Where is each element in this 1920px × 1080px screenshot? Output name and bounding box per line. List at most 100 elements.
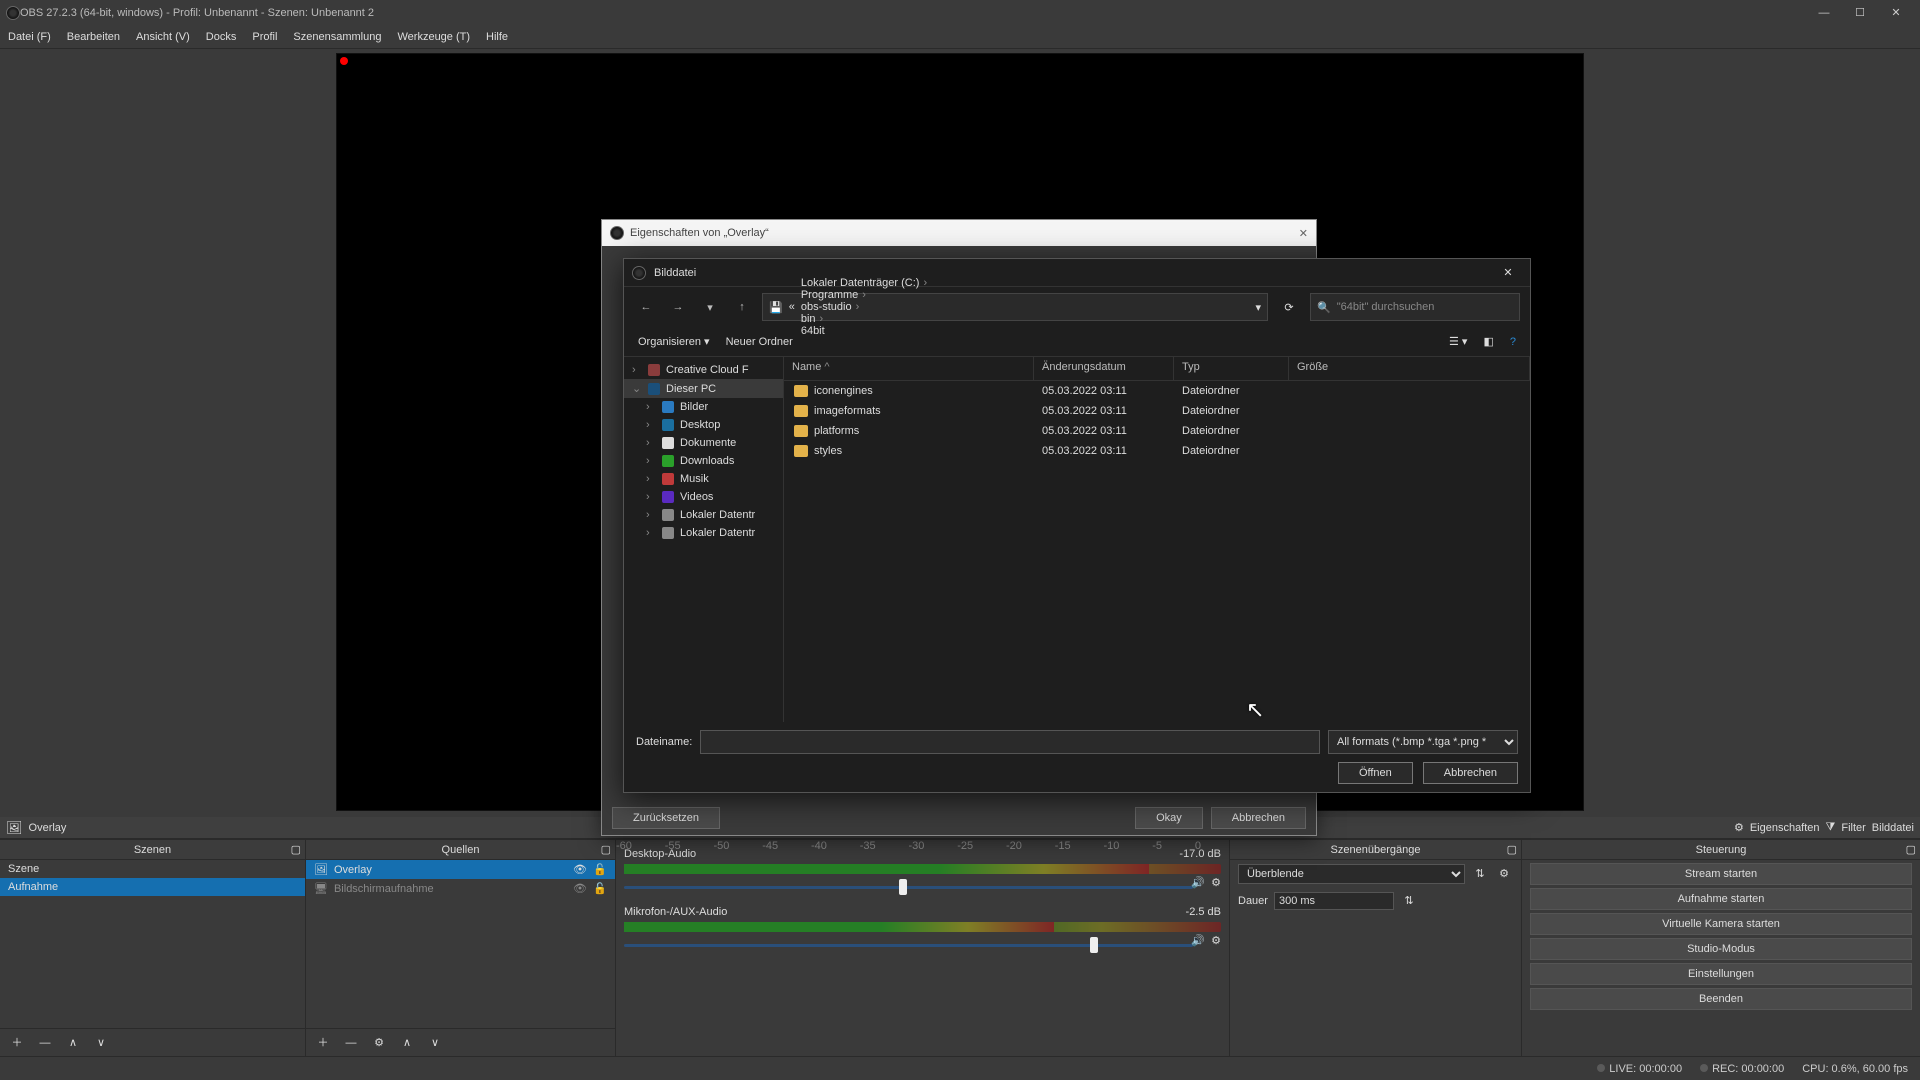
breadcrumb-segment[interactable]: Programme [801, 289, 858, 301]
menu-edit[interactable]: Bearbeiten [67, 31, 120, 43]
sidebar-item-creativecloud[interactable]: ›Creative Cloud F [624, 361, 783, 379]
col-size[interactable]: Größe [1289, 357, 1530, 380]
sidebar-item-downloads[interactable]: ›Downloads [624, 452, 783, 470]
start-vcam-button[interactable]: Virtuelle Kamera starten [1530, 913, 1912, 935]
search-input[interactable]: 🔍 "64bit" durchsuchen [1310, 293, 1520, 321]
remove-source-button[interactable]: — [342, 1034, 360, 1052]
view-mode-button[interactable]: ☰ ▾ [1449, 335, 1467, 348]
source-up-button[interactable]: ∧ [398, 1034, 416, 1052]
transition-stepper[interactable]: ⇅ [1471, 865, 1489, 883]
list-item[interactable]: platforms05.03.2022 03:11Dateiordner [784, 421, 1530, 441]
add-source-button[interactable]: ＋ [314, 1034, 332, 1052]
minimize-button[interactable]: — [1806, 2, 1842, 24]
start-stream-button[interactable]: Stream starten [1530, 863, 1912, 885]
remove-scene-button[interactable]: — [36, 1034, 54, 1052]
settings-button[interactable]: Einstellungen [1530, 963, 1912, 985]
refresh-button[interactable]: ⟳ [1276, 294, 1302, 320]
reset-button[interactable]: Zurücksetzen [612, 807, 720, 829]
cancel-button[interactable]: Abbrechen [1211, 807, 1306, 829]
maximize-button[interactable]: ☐ [1842, 2, 1878, 24]
visibility-toggle[interactable]: 👁 [573, 863, 587, 876]
filter-button[interactable]: Filter [1841, 822, 1865, 834]
open-button[interactable]: Öffnen [1338, 762, 1413, 784]
mute-button[interactable]: 🔊 [1191, 934, 1205, 947]
exit-button[interactable]: Beenden [1530, 988, 1912, 1010]
organize-dropdown[interactable]: Organisieren ▾ [638, 335, 710, 348]
volume-slider[interactable]: 🔊 ⚙ [624, 934, 1221, 956]
undock-icon[interactable]: ▢ [1507, 843, 1517, 856]
col-type[interactable]: Typ [1174, 357, 1289, 380]
mute-button[interactable]: 🔊 [1191, 876, 1205, 889]
file-dialog-titlebar[interactable]: Bilddatei ✕ [624, 259, 1530, 287]
back-button[interactable]: ← [634, 295, 658, 319]
col-date[interactable]: Änderungsdatum [1034, 357, 1174, 380]
scene-down-button[interactable]: ∨ [92, 1034, 110, 1052]
selection-handle[interactable] [340, 57, 348, 65]
forward-button[interactable]: → [666, 295, 690, 319]
source-item[interactable]: 🖥 Bildschirmaufnahme 👁 🔓 [306, 879, 615, 898]
menu-scenecol[interactable]: Szenensammlung [293, 31, 381, 43]
sidebar-item-music[interactable]: ›Musik [624, 470, 783, 488]
add-scene-button[interactable]: ＋ [8, 1034, 26, 1052]
menu-docks[interactable]: Docks [206, 31, 237, 43]
sidebar-item-pictures[interactable]: ›Bilder [624, 398, 783, 416]
visibility-toggle[interactable]: 👁 [573, 882, 587, 895]
up-button[interactable]: ↑ [730, 295, 754, 319]
ok-button[interactable]: Okay [1135, 807, 1203, 829]
scene-item[interactable]: Szene [0, 860, 305, 878]
list-item[interactable]: styles05.03.2022 03:11Dateiordner [784, 441, 1530, 461]
sidebar-item-desktop[interactable]: ›Desktop [624, 416, 783, 434]
preview-pane-button[interactable]: ◧ [1483, 335, 1493, 348]
breadcrumb-root[interactable]: « [789, 301, 795, 313]
help-icon[interactable]: ? [1510, 336, 1516, 348]
scene-item[interactable]: Aufnahme [0, 878, 305, 896]
list-item[interactable]: iconengines05.03.2022 03:11Dateiordner [784, 381, 1530, 401]
breadcrumb-segment[interactable]: bin [801, 313, 816, 325]
duration-stepper[interactable]: ⇅ [1400, 892, 1418, 910]
undock-icon[interactable]: ▢ [1906, 843, 1916, 856]
menu-view[interactable]: Ansicht (V) [136, 31, 190, 43]
list-item[interactable]: imageformats05.03.2022 03:11Dateiordner [784, 401, 1530, 421]
breadcrumb-segment[interactable]: Lokaler Datenträger (C:) [801, 277, 920, 289]
studio-mode-button[interactable]: Studio-Modus [1530, 938, 1912, 960]
cancel-button[interactable]: Abbrechen [1423, 762, 1518, 784]
file-list-header[interactable]: Name ^ Änderungsdatum Typ Größe [784, 357, 1530, 381]
properties-titlebar[interactable]: Eigenschaften von „Overlay“ ✕ [602, 220, 1316, 246]
menu-profile[interactable]: Profil [252, 31, 277, 43]
sidebar-item-videos[interactable]: ›Videos [624, 488, 783, 506]
col-name[interactable]: Name [792, 361, 821, 373]
undock-icon[interactable]: ▢ [291, 843, 301, 856]
source-item[interactable]: 🖼 Overlay 👁 🔓 [306, 860, 615, 879]
transition-select[interactable]: Überblende [1238, 864, 1465, 884]
volume-slider[interactable]: 🔊 ⚙ [624, 876, 1221, 898]
lock-toggle[interactable]: 🔓 [593, 882, 607, 895]
menu-help[interactable]: Hilfe [486, 31, 508, 43]
close-icon[interactable]: ✕ [1494, 266, 1522, 279]
sidebar-item-documents[interactable]: ›Dokumente [624, 434, 783, 452]
lock-toggle[interactable]: 🔓 [593, 863, 607, 876]
filename-input[interactable] [700, 730, 1320, 754]
breadcrumb-dropdown[interactable]: ▾ [1255, 301, 1261, 314]
filetype-select[interactable]: All formats (*.bmp *.tga *.png * [1328, 730, 1518, 754]
bilddatei-button[interactable]: Bilddatei [1872, 822, 1914, 834]
breadcrumb-segment[interactable]: obs-studio [801, 301, 852, 313]
start-record-button[interactable]: Aufnahme starten [1530, 888, 1912, 910]
close-icon[interactable]: ✕ [1299, 227, 1308, 240]
transition-settings-button[interactable]: ⚙ [1495, 865, 1513, 883]
sidebar-item-drive[interactable]: ›Lokaler Datentr [624, 524, 783, 542]
duration-input[interactable] [1274, 892, 1394, 910]
undock-icon[interactable]: ▢ [601, 843, 611, 856]
source-down-button[interactable]: ∨ [426, 1034, 444, 1052]
new-folder-button[interactable]: Neuer Ordner [726, 336, 793, 348]
sidebar-item-drive[interactable]: ›Lokaler Datentr [624, 506, 783, 524]
track-settings-button[interactable]: ⚙ [1211, 934, 1221, 947]
scene-up-button[interactable]: ∧ [64, 1034, 82, 1052]
recent-dropdown[interactable]: ▾ [698, 295, 722, 319]
source-settings-button[interactable]: ⚙ [370, 1034, 388, 1052]
properties-button[interactable]: Eigenschaften [1750, 822, 1820, 834]
close-button[interactable]: ✕ [1878, 2, 1914, 24]
sidebar-item-thispc[interactable]: ⌄Dieser PC [624, 379, 783, 398]
breadcrumb[interactable]: 💾 « Lokaler Datenträger (C:) › Programme… [762, 293, 1268, 321]
menu-tools[interactable]: Werkzeuge (T) [397, 31, 470, 43]
track-settings-button[interactable]: ⚙ [1211, 876, 1221, 889]
